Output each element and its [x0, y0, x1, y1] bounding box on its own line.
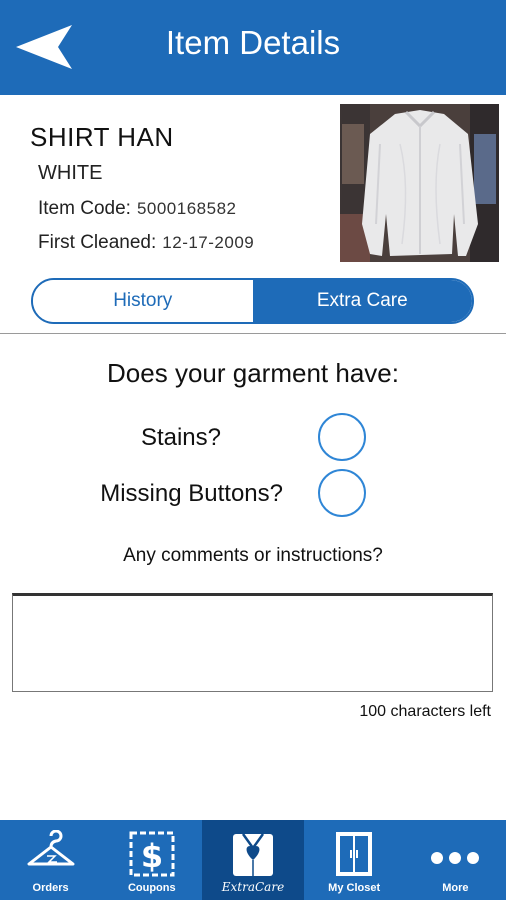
nav-label-orders: Orders: [32, 882, 69, 894]
closet-icon: [336, 832, 373, 876]
dollar-coupon-icon: $: [129, 831, 175, 877]
svg-text:$: $: [141, 837, 163, 875]
missing-buttons-label: Missing Buttons?: [100, 480, 283, 507]
header-bar: Item Details: [0, 0, 506, 95]
comments-label: Any comments or instructions?: [123, 545, 383, 566]
page-title: Item Details: [165, 24, 341, 61]
shirt-heart-icon: [232, 833, 273, 876]
stains-label: Stains?: [140, 424, 221, 451]
stains-radio[interactable]: [318, 413, 366, 461]
nav-label-more: More: [442, 882, 469, 894]
nav-label-coupons: Coupons: [127, 882, 176, 894]
nav-item-orders[interactable]: Orders: [0, 820, 101, 900]
nav-label-my-closet: My Closet: [328, 882, 381, 894]
item-name: SHIRT HAN: [30, 122, 174, 152]
nav-item-extracare[interactable]: ExtraCare: [202, 820, 304, 900]
white-shirt-photo: [340, 104, 499, 262]
item-code-row: Item Code: 5000168582: [38, 198, 236, 220]
nav-item-coupons[interactable]: $ Coupons: [101, 820, 202, 900]
first-cleaned-row: First Cleaned: 12-17-2009: [38, 232, 254, 254]
characters-left-counter: 100 characters left: [359, 703, 491, 720]
segmented-tabs: History Extra Care: [31, 278, 474, 324]
item-color: WHITE: [38, 162, 103, 184]
section-divider: [0, 333, 506, 334]
item-code-value: 5000168582: [136, 199, 237, 218]
comments-input[interactable]: [12, 593, 493, 692]
tab-history[interactable]: History: [33, 280, 253, 322]
bottom-nav: Orders $ Coupons ExtraCare My Closet Mor…: [0, 820, 506, 900]
nav-label-extracare: ExtraCare: [221, 880, 285, 894]
nav-item-my-closet[interactable]: My Closet: [304, 820, 405, 900]
hanger-icon: [27, 830, 75, 866]
garment-question: Does your garment have:: [107, 358, 399, 388]
first-cleaned-label: First Cleaned:: [38, 232, 157, 253]
item-photo: [340, 104, 499, 262]
tab-extra-care[interactable]: Extra Care: [252, 280, 472, 322]
item-code-label: Item Code:: [38, 198, 131, 219]
more-dots-icon: [431, 852, 480, 864]
first-cleaned-value: 12-17-2009: [162, 233, 255, 252]
missing-buttons-radio[interactable]: [318, 469, 366, 517]
nav-item-more[interactable]: More: [405, 820, 506, 900]
